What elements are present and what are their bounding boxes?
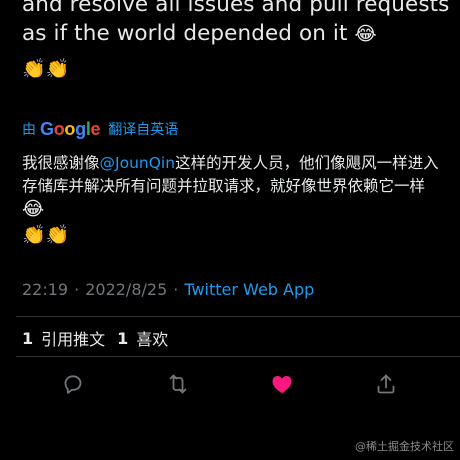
divider <box>16 356 460 357</box>
source-app-link[interactable]: Twitter Web App <box>184 280 314 299</box>
reply-icon <box>64 375 82 394</box>
share-button[interactable] <box>374 372 398 396</box>
clap-emojis: 👏👏 <box>22 58 70 80</box>
joy-emoji: 😂 <box>22 198 45 220</box>
tweet-text-segment: as if the world depended on it <box>22 21 348 46</box>
google-logo: Google <box>40 118 101 139</box>
watermark: @稀土掘金技术社区 <box>355 440 454 453</box>
translation-attribution: 由 Google 翻译自英语 <box>22 118 178 140</box>
tweet-text: and resolve all issues and pull requests… <box>22 0 452 84</box>
tweet-date[interactable]: 2022/8/25 <box>85 280 167 299</box>
likes-label[interactable]: 喜欢 <box>136 326 168 350</box>
joy-emoji: 😂 <box>354 23 377 45</box>
meta-separator: · <box>173 280 179 299</box>
translated-text-segment: 我很感谢像 <box>22 154 100 172</box>
quote-tweets-label[interactable]: 引用推文 <box>41 326 105 350</box>
heart-icon <box>272 376 292 394</box>
clap-emojis: 👏👏 <box>22 224 70 246</box>
likes-count[interactable]: 1 <box>117 329 128 348</box>
tweet-text-line: as if the world depended on it 😂 <box>22 19 452 49</box>
tweet-time[interactable]: 22:19 <box>22 280 68 299</box>
meta-separator: · <box>74 280 80 299</box>
like-button[interactable] <box>270 372 294 396</box>
mention-link[interactable]: @JounQin <box>100 154 176 172</box>
divider <box>16 316 460 317</box>
retweet-button[interactable] <box>166 372 190 396</box>
tweet-stats: 1 引用推文 1 喜欢 <box>22 326 172 350</box>
translated-from-english-link[interactable]: 翻译自英语 <box>108 119 178 139</box>
tweet-text-line: and resolve all issues and pull requests <box>22 0 450 17</box>
translated-by-label: 由 <box>22 122 36 138</box>
quote-tweets-count[interactable]: 1 <box>22 329 33 348</box>
reply-button[interactable] <box>61 372 85 396</box>
retweet-icon <box>169 374 187 394</box>
share-icon <box>377 374 395 394</box>
translated-paragraph: 我很感谢像@JounQin这样的开发人员，他们像飓风一样进入存储库并解决所有问题… <box>22 152 447 222</box>
translated-text: 我很感谢像@JounQin这样的开发人员，他们像飓风一样进入存储库并解决所有问题… <box>22 152 447 247</box>
tweet-actions <box>0 366 460 402</box>
tweet-meta: 22:19 · 2022/8/25 · Twitter Web App <box>22 280 314 299</box>
tweet-detail: and resolve all issues and pull requests… <box>0 0 460 460</box>
